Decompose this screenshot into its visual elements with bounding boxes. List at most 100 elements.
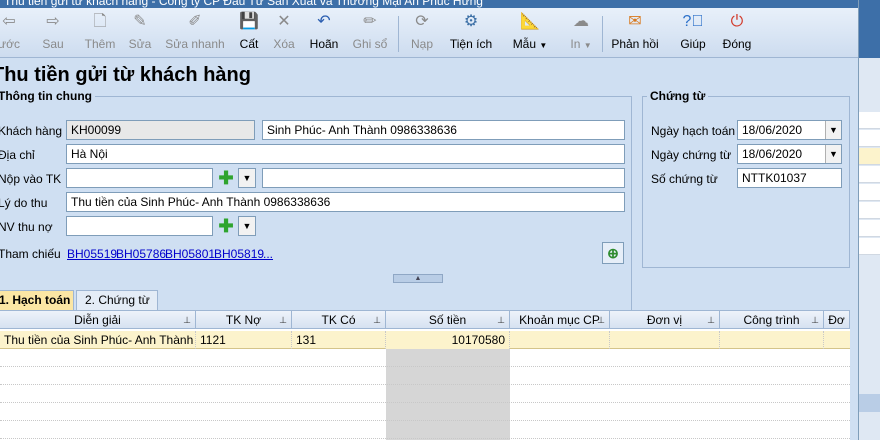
print-button[interactable]: ☁ In ▼ — [564, 12, 598, 56]
post-button[interactable]: ✏ Ghi sổ — [352, 12, 388, 56]
add-reference-button[interactable]: ⊕ — [602, 242, 624, 264]
template-button[interactable]: 📐 Mẫu ▼ — [504, 12, 556, 56]
window-titlebar: Thu tiền gửi từ khách hàng - Công ty CP … — [0, 0, 880, 8]
customer-code-field[interactable]: KH00099 — [66, 120, 255, 140]
save-button[interactable]: 💾 Cất — [236, 12, 262, 56]
mail-icon: ✉ — [628, 13, 642, 30]
side-panel-row — [859, 238, 880, 255]
deposit-account-dropdown[interactable]: ▼ — [238, 168, 256, 188]
debit-account-cell[interactable]: 1121 — [196, 331, 292, 349]
collapse-panel-handle[interactable]: ▲ — [393, 274, 443, 283]
window-title: Thu tiền gửi từ khách hàng - Công ty CP … — [4, 0, 483, 8]
delete-button[interactable]: ✕ Xóa — [270, 12, 298, 56]
delete-icon: ✕ — [277, 13, 291, 30]
table-row[interactable] — [0, 385, 850, 403]
reload-button[interactable]: ⟳ Nạp — [408, 12, 436, 56]
pin-icon: ⊥ — [811, 315, 819, 325]
posting-date-field[interactable]: 18/06/2020 ▼ — [737, 120, 842, 140]
table-row[interactable]: Thu tiền của Sinh Phúc- Anh Thành 09 112… — [0, 331, 850, 349]
description-cell[interactable]: Thu tiền của Sinh Phúc- Anh Thành 09 — [0, 331, 196, 349]
reference-link[interactable]: BH05786 — [116, 247, 166, 261]
address-field[interactable]: Hà Nội — [66, 144, 625, 164]
back-button[interactable]: ⇦ ước — [0, 12, 24, 56]
chevron-down-icon: ▼ — [583, 41, 592, 50]
voucher-no-field[interactable]: NTTK01037 — [737, 168, 842, 188]
extra-cell[interactable] — [824, 331, 850, 349]
column-header[interactable]: Khoản mục CP ⊥ — [510, 311, 610, 329]
add-staff-plus-icon[interactable]: ✚ — [216, 216, 236, 236]
staff-field[interactable] — [66, 216, 213, 236]
deposit-account-field[interactable] — [66, 168, 213, 188]
quick-edit-icon: ✐ — [188, 13, 202, 30]
reference-link[interactable]: ... — [263, 247, 273, 261]
reference-link[interactable]: BH05519 — [67, 247, 117, 261]
deposit-account-name-field[interactable] — [262, 168, 625, 188]
side-panel-row — [859, 130, 880, 147]
side-panel-row — [859, 220, 880, 237]
edit-button[interactable]: ✎ Sửa — [126, 12, 154, 56]
reference-label: Tham chiếu — [0, 247, 61, 261]
column-header[interactable]: Số tiền ⊥ — [386, 311, 510, 329]
side-panel-row — [859, 148, 880, 165]
utilities-button[interactable]: ⚙ Tiện ích — [446, 12, 496, 56]
side-panel-row — [859, 184, 880, 201]
reference-link[interactable]: BH05801 — [165, 247, 215, 261]
quick-edit-button[interactable]: ✐ Sửa nhanh — [164, 12, 226, 56]
undo-button[interactable]: ↶ Hoãn — [306, 12, 342, 56]
reason-field[interactable]: Thu tiền của Sinh Phúc- Anh Thành 098633… — [66, 192, 625, 212]
accounting-grid: Diễn giải ⊥ TK Nợ ⊥ TK Có ⊥ Số tiền ⊥ Khoản … — [0, 310, 850, 440]
chevron-down-icon: ▼ — [239, 169, 255, 187]
table-row[interactable] — [0, 367, 850, 385]
pin-icon: ⊥ — [597, 315, 605, 325]
unit-cell[interactable] — [610, 331, 720, 349]
toolbar: ⇦ ước ⇨ Sau 🗋 Thêm ✎ Sửa ✐ Sửa nhanh 💾 C… — [0, 8, 858, 58]
project-cell[interactable] — [720, 331, 824, 349]
print-icon: ☁ — [573, 13, 589, 30]
arrow-left-icon: ⇦ — [2, 13, 16, 30]
table-row[interactable] — [0, 421, 850, 439]
chevron-down-icon[interactable]: ▼ — [825, 145, 841, 163]
side-panel-row — [859, 166, 880, 183]
help-button[interactable]: ?⃝ Giúp — [678, 12, 708, 56]
column-header[interactable]: TK Nợ ⊥ — [196, 311, 292, 329]
toolbar-separator — [602, 16, 603, 52]
pin-icon: ⊥ — [497, 315, 505, 325]
customer-label: Khách hàng — [0, 124, 63, 138]
add-account-plus-icon[interactable]: ✚ — [216, 168, 236, 188]
posting-date-label: Ngày hạch toán — [651, 124, 736, 138]
column-header[interactable]: Diễn giải ⊥ — [0, 311, 196, 329]
expense-item-cell[interactable] — [510, 331, 610, 349]
toolbar-separator — [398, 16, 399, 52]
page-title: Thu tiền gửi từ khách hàng — [0, 64, 251, 86]
amount-cell[interactable]: 10170580 — [386, 331, 510, 349]
credit-account-cell[interactable]: 131 — [292, 331, 386, 349]
help-icon: ?⃝ — [682, 13, 704, 30]
side-panel-row — [859, 112, 880, 129]
column-header[interactable]: Đơn vị ⊥ — [610, 311, 720, 329]
main-content: Thu tiền gửi từ khách hàng Thông tin chu… — [0, 58, 858, 440]
add-document-icon: 🗋 — [93, 13, 107, 30]
tab-vouchers[interactable]: 2. Chứng từ — [76, 290, 158, 310]
voucher-date-label: Ngày chứng từ — [651, 148, 732, 162]
close-button[interactable]: ⏻ Đóng — [720, 12, 754, 56]
table-row[interactable] — [0, 349, 850, 367]
reference-link[interactable]: BH05819 — [214, 247, 264, 261]
pin-icon: ⊥ — [373, 315, 381, 325]
pin-icon: ⊥ — [707, 315, 715, 325]
next-button[interactable]: ⇨ Sau — [36, 12, 70, 56]
customer-name-field[interactable]: Sinh Phúc- Anh Thành 0986338636 — [262, 120, 625, 140]
voucher-date-field[interactable]: 18/06/2020 ▼ — [737, 144, 842, 164]
chevron-up-icon: ▲ — [414, 275, 422, 282]
staff-dropdown[interactable]: ▼ — [238, 216, 256, 236]
add-button[interactable]: 🗋 Thêm — [82, 12, 118, 56]
column-header[interactable]: Đơ — [824, 311, 850, 329]
feedback-button[interactable]: ✉ Phản hồi — [610, 12, 660, 56]
staff-label: NV thu nợ — [0, 220, 53, 234]
column-header[interactable]: Công trình ⊥ — [720, 311, 824, 329]
tab-accounting[interactable]: 1. Hạch toán — [0, 290, 74, 310]
chevron-down-icon[interactable]: ▼ — [825, 121, 841, 139]
edit-icon: ✎ — [133, 13, 147, 30]
column-header[interactable]: TK Có ⊥ — [292, 311, 386, 329]
chevron-down-icon: ▼ — [539, 41, 548, 50]
table-row[interactable] — [0, 403, 850, 421]
